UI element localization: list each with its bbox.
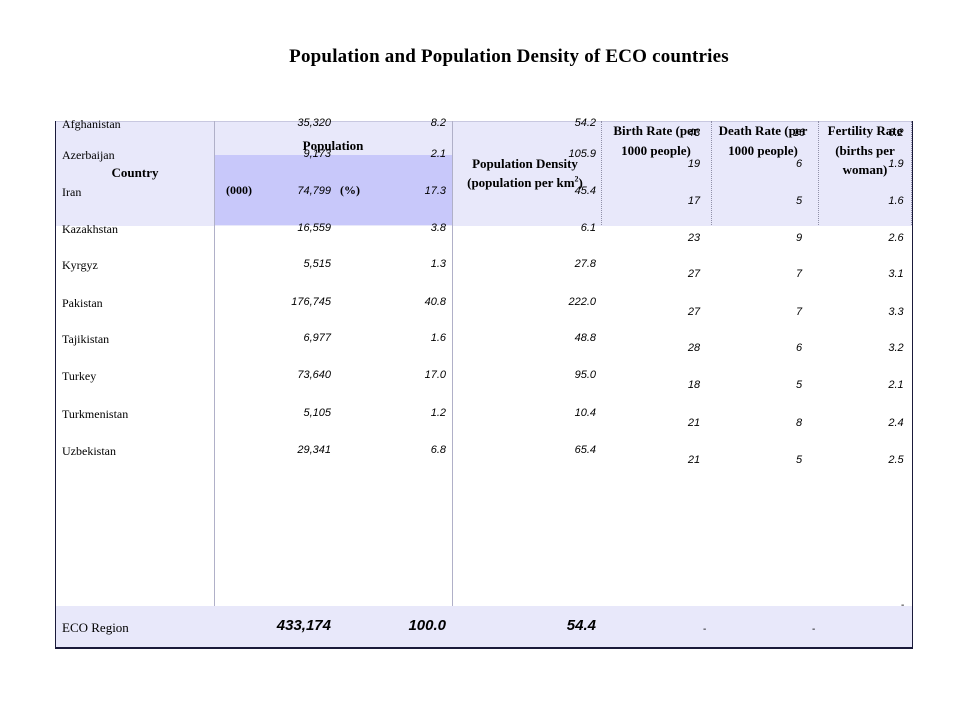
population-table: Country Population (000) (%) Population … — [55, 117, 913, 649]
table-frame — [55, 121, 913, 649]
page-title: Population and Population Density of ECO… — [289, 46, 729, 67]
